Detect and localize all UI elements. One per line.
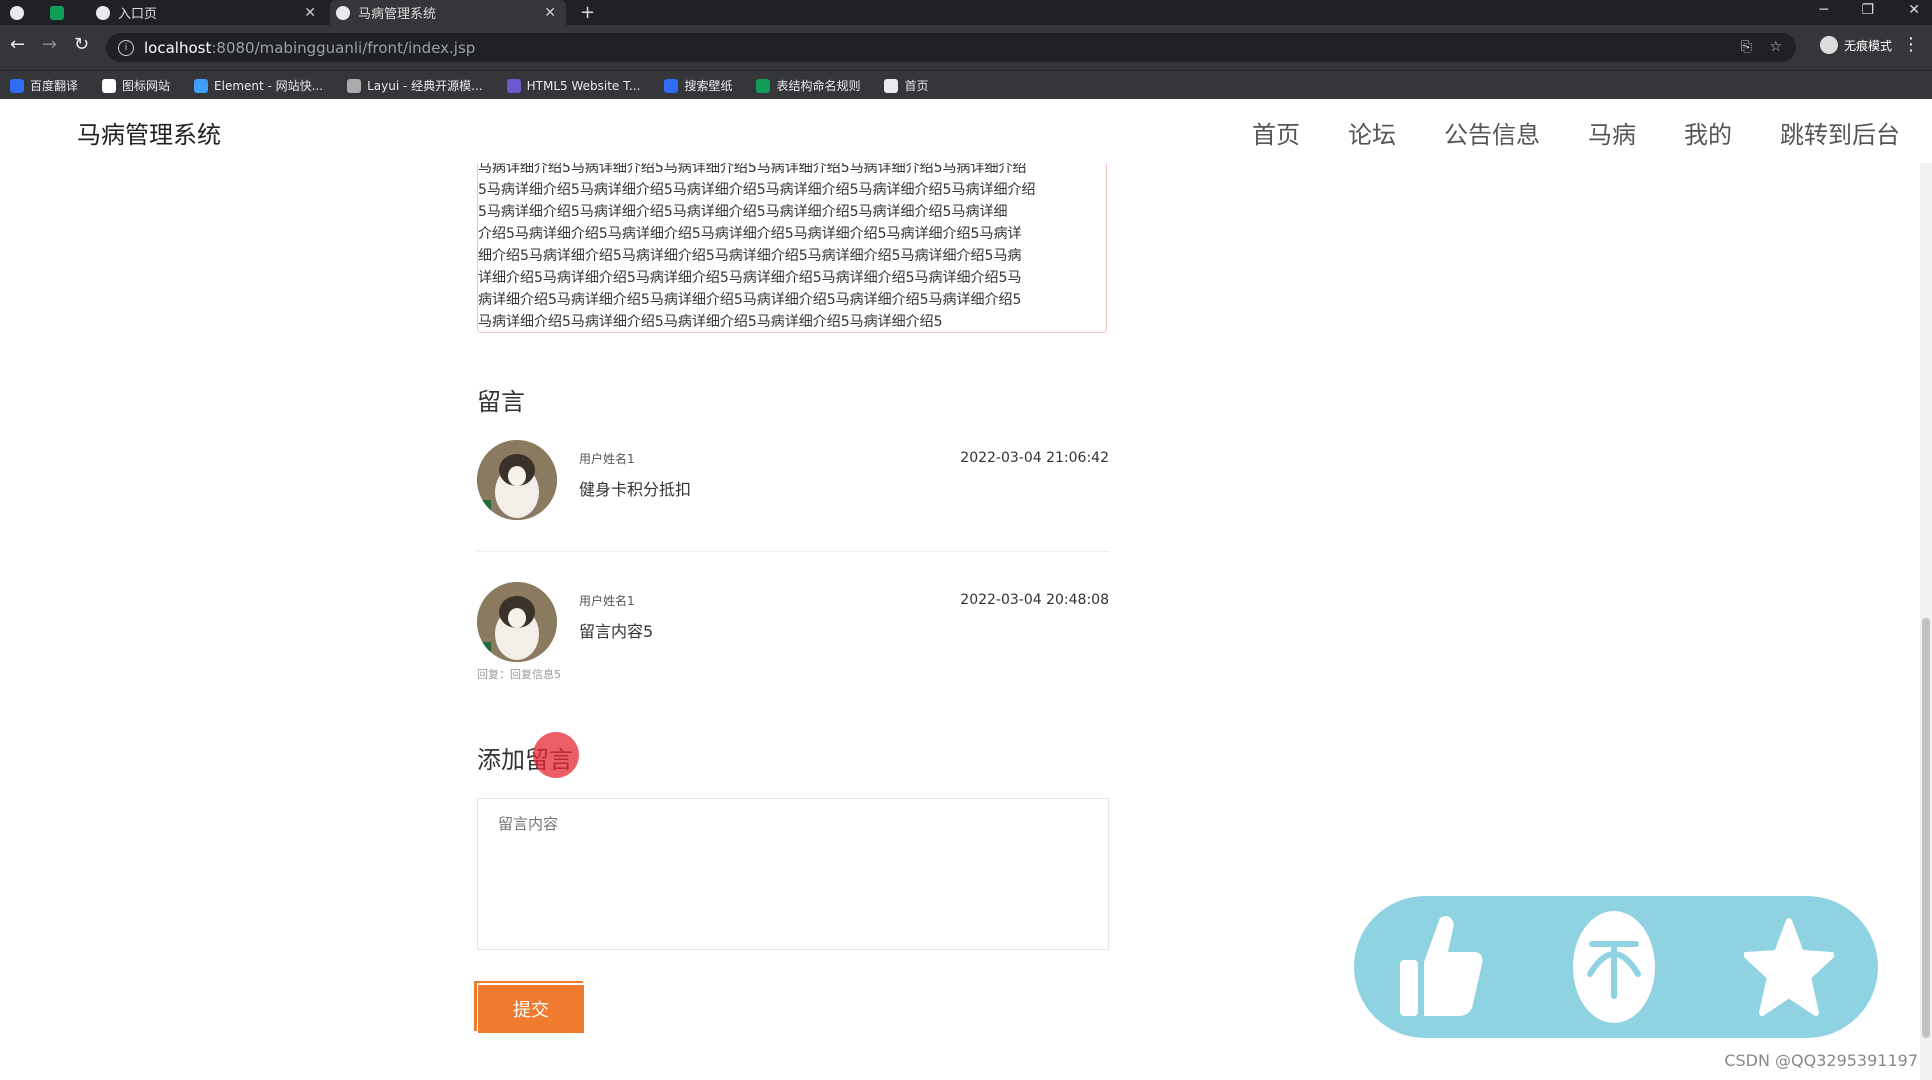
back-icon[interactable]: ← [10, 34, 25, 55]
close-icon[interactable]: ✕ [304, 5, 316, 21]
description-line: 介绍5马病详细介绍5马病详细介绍5马病详细介绍5马病详细介绍5马病详细介绍5马病… [478, 226, 1022, 242]
comment-text: 留言内容5 [579, 622, 654, 641]
close-icon[interactable]: ✕ [544, 5, 556, 21]
window-close-icon[interactable]: ✕ [1908, 2, 1920, 18]
bookmark-label: 搜索壁纸 [684, 79, 733, 93]
pinned-tab[interactable] [50, 0, 80, 25]
description-line: 马病详细介绍5马病详细介绍5马病详细介绍5马病详细介绍5马病详细介绍5 [478, 314, 943, 330]
bookmark-icon [194, 78, 209, 93]
comment-divider [477, 551, 1109, 552]
url-host: localhost [144, 38, 212, 57]
bookmark-item[interactable]: Element - 网站快... [194, 77, 323, 94]
like-icon[interactable] [1398, 912, 1484, 1022]
bookmark-item[interactable]: 百度翻译 [10, 77, 78, 94]
bookmark-label: 百度翻译 [30, 79, 79, 93]
description-line: 详细介绍5马病详细介绍5马病详细介绍5马病详细介绍5马病详细介绍5马病详细介绍5… [478, 270, 1022, 286]
incognito-indicator[interactable]: 无痕模式 [1819, 36, 1892, 54]
favorite-star-icon[interactable] [1743, 917, 1834, 1017]
description-line: 5马病详细介绍5马病详细介绍5马病详细介绍5马病详细介绍5马病详细介绍5马病详细… [478, 182, 1036, 198]
click-indicator [533, 732, 579, 778]
tab-label: 马病管理系统 [358, 7, 437, 22]
bookmark-icon [10, 78, 24, 93]
incognito-label: 无痕模式 [1843, 38, 1892, 53]
bookmark-icon [756, 78, 771, 93]
main-nav: 首页 论坛 公告信息 马病 我的 跳转到后台 [1252, 115, 1900, 150]
tab-entry-page[interactable]: 入口页 ✕ [90, 0, 326, 25]
menu-icon[interactable]: ⋮ [1902, 34, 1920, 55]
comment-username: 用户姓名1 [579, 594, 635, 608]
new-tab-button[interactable]: + [580, 0, 600, 25]
comment-item: 用户姓名1 健身卡积分抵扣 2022-03-04 21:06:42 [477, 440, 1109, 530]
comment-time: 2022-03-04 21:06:42 [960, 450, 1109, 466]
browser-toolbar: ← → ↻ i localhost :8080/mabingguanli/fro… [0, 25, 1932, 70]
bookmark-icon [884, 78, 899, 93]
minimize-icon[interactable]: ─ [1820, 2, 1828, 18]
avatar [477, 440, 557, 520]
bookmark-item[interactable]: 搜索壁纸 [664, 77, 732, 94]
description-line: 病详细介绍5马病详细介绍5马病详细介绍5马病详细介绍5马病详细介绍5马病详细介绍… [478, 292, 1022, 308]
bookmark-label: Layui - 经典开源模... [367, 79, 483, 93]
bookmark-item[interactable]: 首页 [884, 77, 929, 94]
bookmark-item[interactable]: HTML5 Website T... [506, 78, 641, 93]
nav-home[interactable]: 首页 [1252, 115, 1300, 150]
bookmark-icon [102, 78, 117, 93]
url-path: :8080/mabingguanli/front/index.jsp [211, 38, 476, 57]
bookmark-label: 表结构命名规则 [776, 79, 861, 93]
reload-icon[interactable]: ↻ [74, 34, 89, 55]
sheet-icon [50, 5, 64, 20]
description-line: 马病详细介绍5马病详细介绍5马病详细介绍5马病详细介绍5马病详细介绍5马病详细介… [478, 163, 1027, 176]
nav-horse-disease[interactable]: 马病 [1588, 115, 1636, 150]
nav-announcements[interactable]: 公告信息 [1444, 115, 1540, 150]
browser-tab-bar: 入口页 ✕ 马病管理系统 ✕ + ─ ❐ ✕ [0, 0, 1932, 25]
bookmarks-bar: 百度翻译 图标网站 Element - 网站快... Layui - 经典开源模...… [0, 70, 1932, 100]
globe-icon [336, 5, 350, 20]
disease-description: 马病详细介绍5马病详细介绍5马病详细介绍5马病详细介绍5马病详细介绍5马病详细介… [477, 163, 1107, 333]
info-icon[interactable]: i [118, 39, 134, 56]
restore-icon[interactable]: ❐ [1861, 2, 1874, 18]
bookmark-icon [506, 78, 521, 93]
bookmark-label: Element - 网站快... [214, 79, 324, 93]
globe-icon [10, 5, 24, 20]
coin-icon[interactable] [1572, 911, 1655, 1023]
address-bar[interactable]: i localhost :8080/mabingguanli/front/ind… [106, 33, 1796, 62]
comment-reply: 回复：回复信息5 [477, 668, 561, 681]
nav-admin[interactable]: 跳转到后台 [1780, 115, 1900, 150]
action-bar [1354, 896, 1878, 1038]
comment-text: 健身卡积分抵扣 [579, 480, 692, 499]
bookmark-label: HTML5 Website T... [526, 78, 641, 93]
description-line: 细介绍5马病详细介绍5马病详细介绍5马病详细介绍5马病详细介绍5马病详细介绍5马… [478, 248, 1022, 264]
watermark: CSDN @QQ3295391197 [1724, 1051, 1918, 1070]
bookmark-label: 图标网站 [122, 79, 171, 93]
page-scrollbar[interactable] [1920, 163, 1932, 1080]
site-header: 马病管理系统 首页 论坛 公告信息 马病 我的 跳转到后台 [0, 99, 1932, 163]
avatar [477, 582, 557, 662]
comment-username: 用户姓名1 [579, 452, 635, 466]
nav-mine[interactable]: 我的 [1684, 115, 1732, 150]
description-line: 5马病详细介绍5马病详细介绍5马病详细介绍5马病详细介绍5马病详细介绍5马病详细 [478, 204, 1008, 220]
browser-app-tab[interactable] [10, 0, 40, 25]
scrollbar-thumb[interactable] [1922, 618, 1930, 1038]
globe-icon [96, 5, 110, 20]
submit-button[interactable]: 提交 [478, 985, 584, 1033]
bookmark-label: 首页 [904, 79, 929, 93]
bookmark-item[interactable]: Layui - 经典开源模... [347, 77, 483, 94]
nav-forum[interactable]: 论坛 [1348, 115, 1396, 150]
tab-label: 入口页 [118, 7, 158, 22]
comment-time: 2022-03-04 20:48:08 [960, 592, 1109, 608]
bookmark-item[interactable]: 图标网站 [102, 77, 170, 94]
translate-icon[interactable]: ⎘ [1741, 39, 1752, 55]
incognito-icon [1819, 36, 1838, 54]
forward-icon[interactable]: → [42, 34, 57, 55]
comment-input[interactable] [477, 798, 1109, 950]
bookmark-icon [664, 78, 679, 93]
bookmark-item[interactable]: 表结构命名规则 [756, 77, 860, 94]
site-logo[interactable]: 马病管理系统 [77, 115, 221, 150]
bookmark-star-icon[interactable]: ☆ [1769, 39, 1782, 55]
bookmark-icon [347, 78, 362, 93]
comments-title: 留言 [477, 388, 525, 416]
comment-item: 用户姓名1 留言内容5 2022-03-04 20:48:08 回复：回复信息5 [477, 582, 1109, 682]
tab-horse-system[interactable]: 马病管理系统 ✕ [330, 0, 566, 25]
